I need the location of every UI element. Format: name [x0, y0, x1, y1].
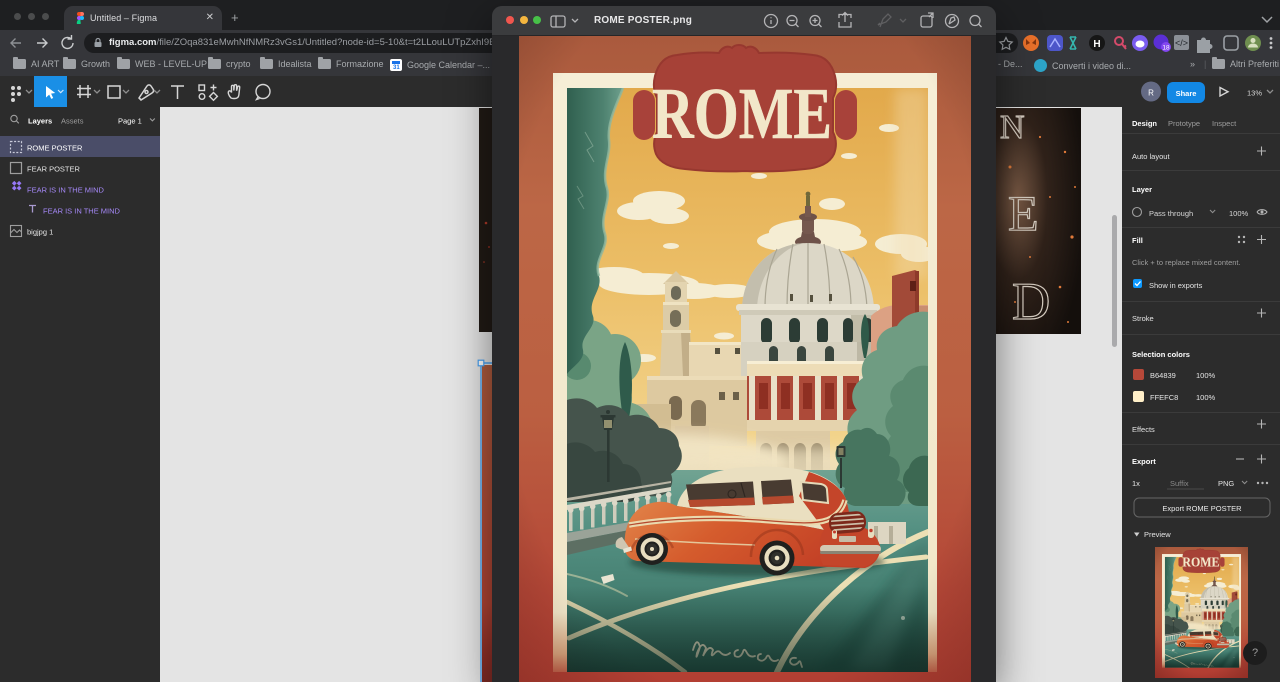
svg-text:R: R [1148, 89, 1154, 98]
svg-text:Show in exports: Show in exports [1149, 281, 1203, 290]
svg-text:FEAR POSTER: FEAR POSTER [27, 165, 81, 174]
svg-text:B64839: B64839 [1150, 371, 1176, 380]
svg-text:FFEFC8: FFEFC8 [1150, 393, 1178, 402]
svg-text:N: N [1000, 109, 1025, 146]
svg-text:Design: Design [1132, 119, 1157, 128]
svg-text:Assets: Assets [61, 117, 84, 126]
svg-text:</>: </> [1175, 38, 1188, 48]
svg-text:E: E [1008, 185, 1039, 241]
svg-text:13%: 13% [1247, 89, 1262, 98]
svg-text:Layers: Layers [28, 117, 52, 126]
svg-text:Pass through: Pass through [1149, 209, 1193, 218]
svg-text:Export ROME POSTER: Export ROME POSTER [1162, 504, 1242, 513]
svg-text:Suffix: Suffix [1170, 479, 1189, 488]
svg-text:Layer: Layer [1132, 185, 1152, 194]
svg-text:Effects: Effects [1132, 425, 1155, 434]
svg-text:FEAR IS IN THE MIND: FEAR IS IN THE MIND [27, 186, 105, 195]
svg-text:Fill: Fill [1132, 236, 1143, 245]
svg-text:FEAR IS IN THE MIND: FEAR IS IN THE MIND [43, 207, 121, 216]
svg-text:H: H [1093, 39, 1100, 50]
svg-text:bigjpg 1: bigjpg 1 [27, 228, 53, 237]
svg-text:100%: 100% [1196, 393, 1216, 402]
svg-text:Selection colors: Selection colors [1132, 350, 1190, 359]
svg-text:100%: 100% [1196, 371, 1216, 380]
svg-text:Share: Share [1176, 89, 1197, 98]
svg-text:Preview: Preview [1144, 530, 1171, 539]
svg-text:1x: 1x [1132, 479, 1140, 488]
svg-text:Page 1: Page 1 [118, 117, 142, 126]
svg-text:Stroke: Stroke [1132, 314, 1154, 323]
svg-text:D: D [1012, 273, 1050, 331]
svg-text:PNG: PNG [1218, 479, 1234, 488]
svg-text:18: 18 [1162, 45, 1170, 52]
svg-text:Click + to replace mixed conte: Click + to replace mixed content. [1132, 258, 1241, 267]
svg-text:Prototype: Prototype [1168, 119, 1200, 128]
svg-text:Inspect: Inspect [1212, 119, 1237, 128]
svg-text:100%: 100% [1229, 209, 1249, 218]
svg-text:ROME POSTER: ROME POSTER [27, 144, 83, 153]
svg-text:Export: Export [1132, 457, 1156, 466]
svg-text:Auto layout: Auto layout [1132, 152, 1170, 161]
